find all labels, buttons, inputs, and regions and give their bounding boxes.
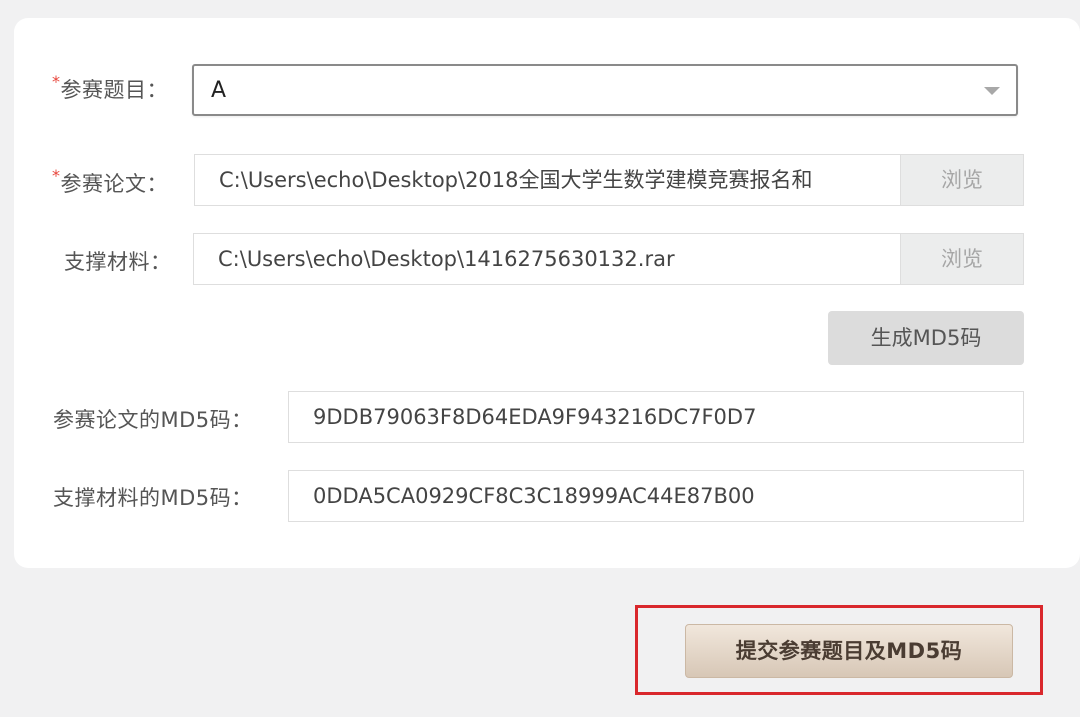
paper-md5-label: 参赛论文的MD5码： (53, 408, 253, 432)
topic-label-text: 参赛题目： (60, 78, 168, 102)
material-file-field[interactable]: C:\Users\echo\Desktop\1416275630132.rar (193, 233, 901, 285)
material-md5-label: 支撑材料的MD5码： (53, 486, 253, 510)
paper-browse-button[interactable]: 浏览 (900, 154, 1024, 206)
topic-select-value: A (211, 78, 227, 103)
material-browse-button[interactable]: 浏览 (900, 233, 1024, 285)
required-mark: * (52, 72, 61, 91)
required-mark: * (52, 166, 61, 185)
chevron-down-icon[interactable] (984, 87, 1000, 95)
material-md5-field[interactable]: 0DDA5CA0929CF8C3C18999AC44E87B00 (288, 470, 1024, 522)
topic-select[interactable]: A (192, 64, 1018, 116)
material-label: 支撑材料： (64, 250, 172, 274)
submit-button[interactable]: 提交参赛题目及MD5码 (685, 624, 1013, 678)
paper-label-text: 参赛论文： (60, 172, 168, 196)
topic-label: *参赛题目： (52, 72, 168, 104)
generate-md5-button[interactable]: 生成MD5码 (828, 311, 1024, 365)
paper-file-field[interactable]: C:\Users\echo\Desktop\2018全国大学生数学建模竞赛报名和 (194, 154, 901, 206)
paper-label: *参赛论文： (52, 166, 168, 198)
paper-md5-field[interactable]: 9DDB79063F8D64EDA9F943216DC7F0D7 (288, 391, 1024, 443)
